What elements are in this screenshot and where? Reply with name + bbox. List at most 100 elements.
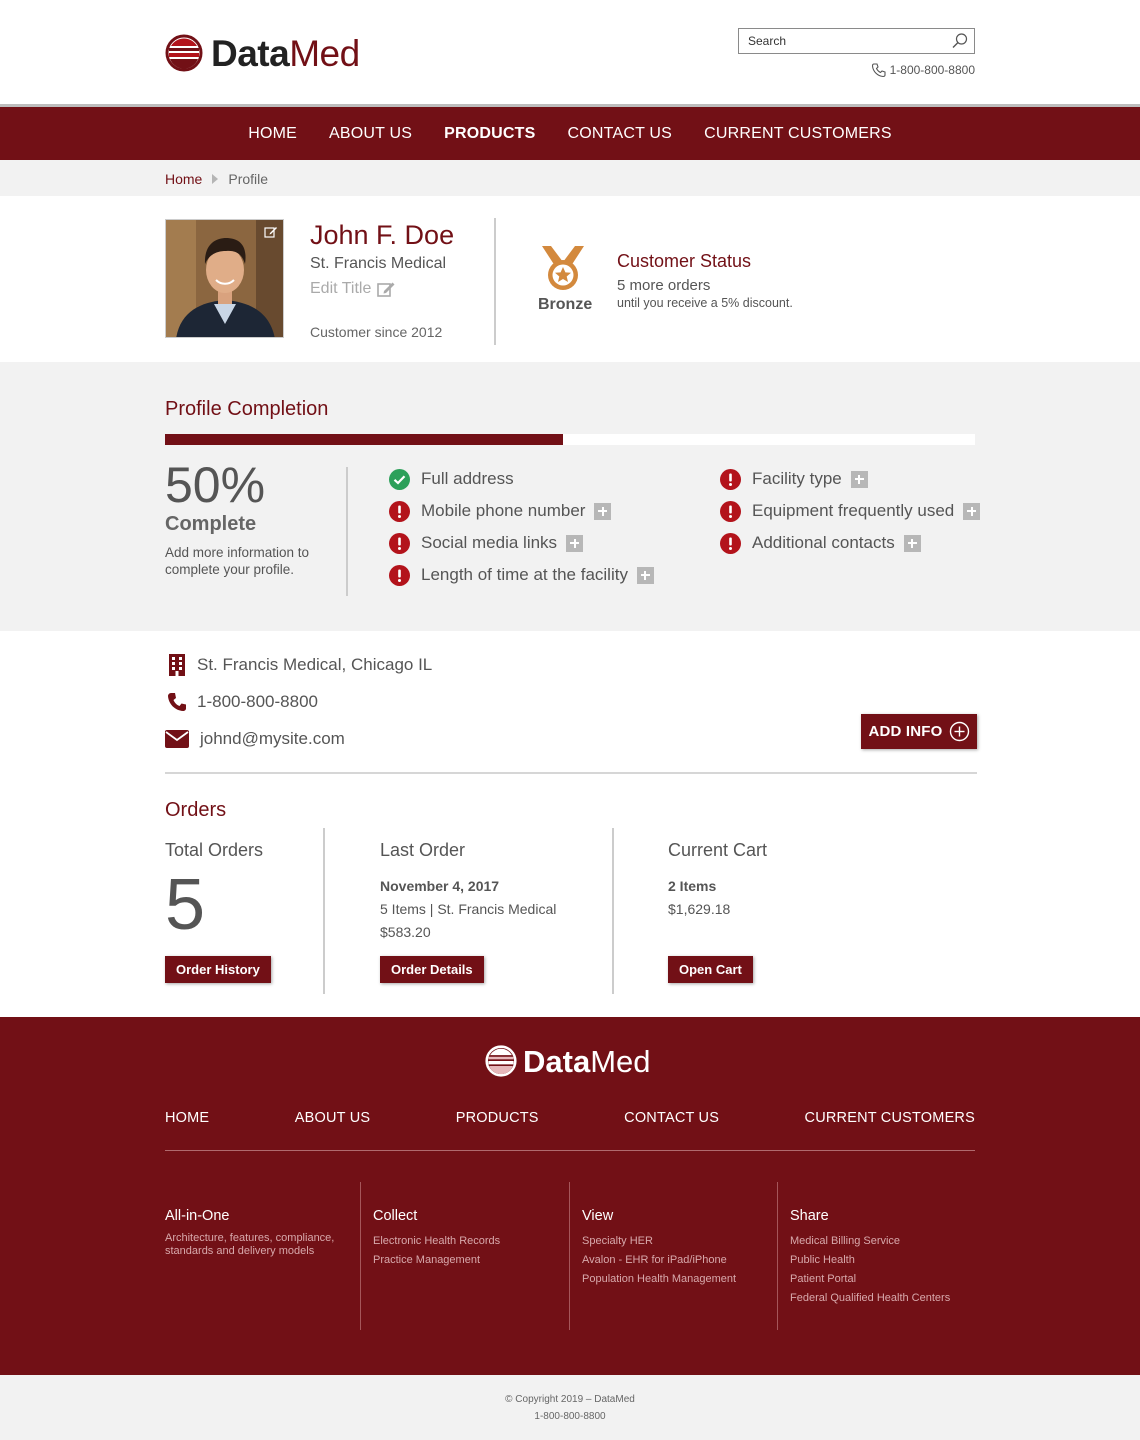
nav-products[interactable]: PRODUCTS [428, 125, 551, 143]
current-cart-heading: Current Cart [668, 840, 768, 860]
footer-link[interactable]: Federal Qualified Health Centers [790, 1289, 950, 1308]
checklist-item[interactable]: Equipment frequently used [720, 500, 981, 522]
footer-nav: HOME ABOUT US PRODUCTS CONTACT US CURREN… [165, 1110, 975, 1126]
add-info-button[interactable]: ADD INFO [861, 714, 977, 749]
site-header: DataMed 1-800-800-8800 [0, 0, 1140, 104]
contact-divider [165, 772, 977, 774]
total-orders-heading: Total Orders [165, 840, 264, 860]
profile-name: John F. Doe [310, 220, 455, 250]
footer-column-description: Architecture, features, compliance, stan… [165, 1232, 335, 1257]
footer-column-view: View Specialty HER Avalon - EHR for iPad… [582, 1182, 736, 1289]
checklist-item-label: Additional contacts [752, 533, 895, 552]
profile-organization: St. Francis Medical [310, 255, 447, 272]
customer-since: Customer since 2012 [310, 324, 443, 340]
completion-label: Complete [165, 513, 257, 535]
footer-link[interactable]: Medical Billing Service [790, 1232, 950, 1251]
checklist-item[interactable]: Mobile phone number [389, 500, 612, 522]
add-plus-icon[interactable] [636, 566, 654, 584]
edit-title-label: Edit Title [310, 280, 372, 297]
footer-nav-contact-us[interactable]: CONTACT US [624, 1110, 719, 1126]
footer-column-all-in-one: All-in-One Architecture, features, compl… [165, 1182, 335, 1258]
search-box[interactable] [738, 28, 975, 54]
cart-amount: $1,629.18 [668, 901, 731, 917]
footer-link[interactable]: Public Health [790, 1251, 950, 1270]
orders-divider [323, 828, 325, 994]
checklist-item[interactable]: Facility type [720, 468, 868, 490]
add-info-label: ADD INFO [868, 723, 943, 740]
checklist-item-label: Length of time at the facility [421, 565, 628, 584]
contact-phone: 1-800-800-8800 [165, 691, 318, 713]
contact-email-text[interactable]: johnd@mysite.com [200, 729, 345, 749]
footer-column-heading: Collect [373, 1208, 418, 1224]
building-icon [165, 654, 189, 676]
add-plus-icon[interactable] [566, 534, 584, 552]
main-nav: HOME ABOUT US PRODUCTS CONTACT US CURREN… [0, 107, 1140, 160]
open-cart-button[interactable]: Open Cart [668, 956, 753, 983]
footer-divider [165, 1150, 975, 1151]
add-plus-icon[interactable] [963, 502, 981, 520]
footer-nav-home[interactable]: HOME [165, 1110, 209, 1126]
checklist-item[interactable]: Additional contacts [720, 532, 921, 554]
add-plus-icon[interactable] [850, 470, 868, 488]
edit-icon[interactable] [377, 281, 396, 298]
footer-logo[interactable]: DataMed [485, 1045, 651, 1077]
add-plus-icon[interactable] [903, 534, 921, 552]
footer-link[interactable]: Specialty HER [582, 1232, 736, 1251]
alert-circle-icon [389, 564, 410, 586]
add-plus-icon[interactable] [594, 502, 612, 520]
medal-label: Bronze [538, 296, 593, 313]
nav-about-us[interactable]: ABOUT US [313, 125, 428, 143]
checklist-item[interactable]: Social media links [389, 532, 584, 554]
checklist-item-label: Equipment frequently used [752, 501, 955, 520]
last-order-date: November 4, 2017 [380, 878, 500, 894]
alert-circle-icon [720, 532, 741, 554]
alert-circle-icon [720, 500, 741, 522]
search-icon[interactable] [951, 32, 969, 50]
footer-link[interactable]: Population Health Management [582, 1270, 736, 1289]
search-input[interactable] [739, 29, 939, 53]
order-history-button[interactable]: Order History [165, 956, 271, 983]
orders-title: Orders [165, 799, 227, 821]
footer-link[interactable]: Avalon - EHR for iPad/iPhone [582, 1251, 736, 1270]
footer-column-collect: Collect Electronic Health Records Practi… [373, 1182, 500, 1270]
profile-completion: Profile Completion 50% Complete Add more… [0, 362, 1140, 631]
edit-photo-icon[interactable] [264, 225, 278, 239]
header-phone[interactable]: 1-800-800-8800 [871, 62, 975, 78]
order-details-button[interactable]: Order Details [380, 956, 484, 983]
nav-current-customers[interactable]: CURRENT CUSTOMERS [688, 125, 908, 143]
datamed-logo[interactable]: DataMed [165, 32, 360, 74]
alert-circle-icon [720, 468, 741, 490]
phone-icon [165, 691, 189, 713]
last-order-amount: $583.20 [380, 924, 431, 940]
nav-home[interactable]: HOME [232, 125, 313, 143]
email-icon [165, 728, 189, 750]
nav-contact-us[interactable]: CONTACT US [552, 125, 689, 143]
avatar [165, 219, 284, 338]
contact-phone-text[interactable]: 1-800-800-8800 [197, 692, 318, 712]
footer-link[interactable]: Practice Management [373, 1251, 500, 1270]
logo-wordmark: DataMed [211, 32, 360, 74]
footer-column-heading: Share [790, 1208, 829, 1224]
contact-address: St. Francis Medical, Chicago IL [165, 654, 432, 676]
copyright-text: © Copyright 2019 – DataMed [505, 1394, 635, 1405]
footer-column-heading: All-in-One [165, 1208, 230, 1224]
footer-link[interactable]: Electronic Health Records [373, 1232, 500, 1251]
profile-divider [494, 218, 496, 345]
breadcrumb-separator-icon [212, 174, 219, 184]
site-footer: DataMed HOME ABOUT US PRODUCTS CONTACT U… [0, 1017, 1140, 1375]
customer-status-note: until you receive a 5% discount. [617, 296, 793, 310]
footer-nav-current-customers[interactable]: CURRENT CUSTOMERS [805, 1110, 975, 1126]
footer-nav-about-us[interactable]: ABOUT US [295, 1110, 370, 1126]
copyright-bar: © Copyright 2019 – DataMed 1-800-800-880… [0, 1375, 1140, 1440]
footer-nav-products[interactable]: PRODUCTS [456, 1110, 539, 1126]
breadcrumb: Home Profile [0, 160, 1140, 196]
breadcrumb-home[interactable]: Home [165, 171, 202, 187]
checklist-item[interactable]: Length of time at the facility [389, 564, 654, 586]
alert-circle-icon [389, 500, 410, 522]
logo-wordmark: DataMed [523, 1043, 651, 1079]
footer-link[interactable]: Patient Portal [790, 1270, 950, 1289]
edit-title-field[interactable]: Edit Title [310, 280, 396, 298]
logo-icon [165, 34, 203, 72]
footer-column-divider [360, 1182, 361, 1330]
copyright-phone: 1-800-800-8800 [534, 1411, 606, 1422]
